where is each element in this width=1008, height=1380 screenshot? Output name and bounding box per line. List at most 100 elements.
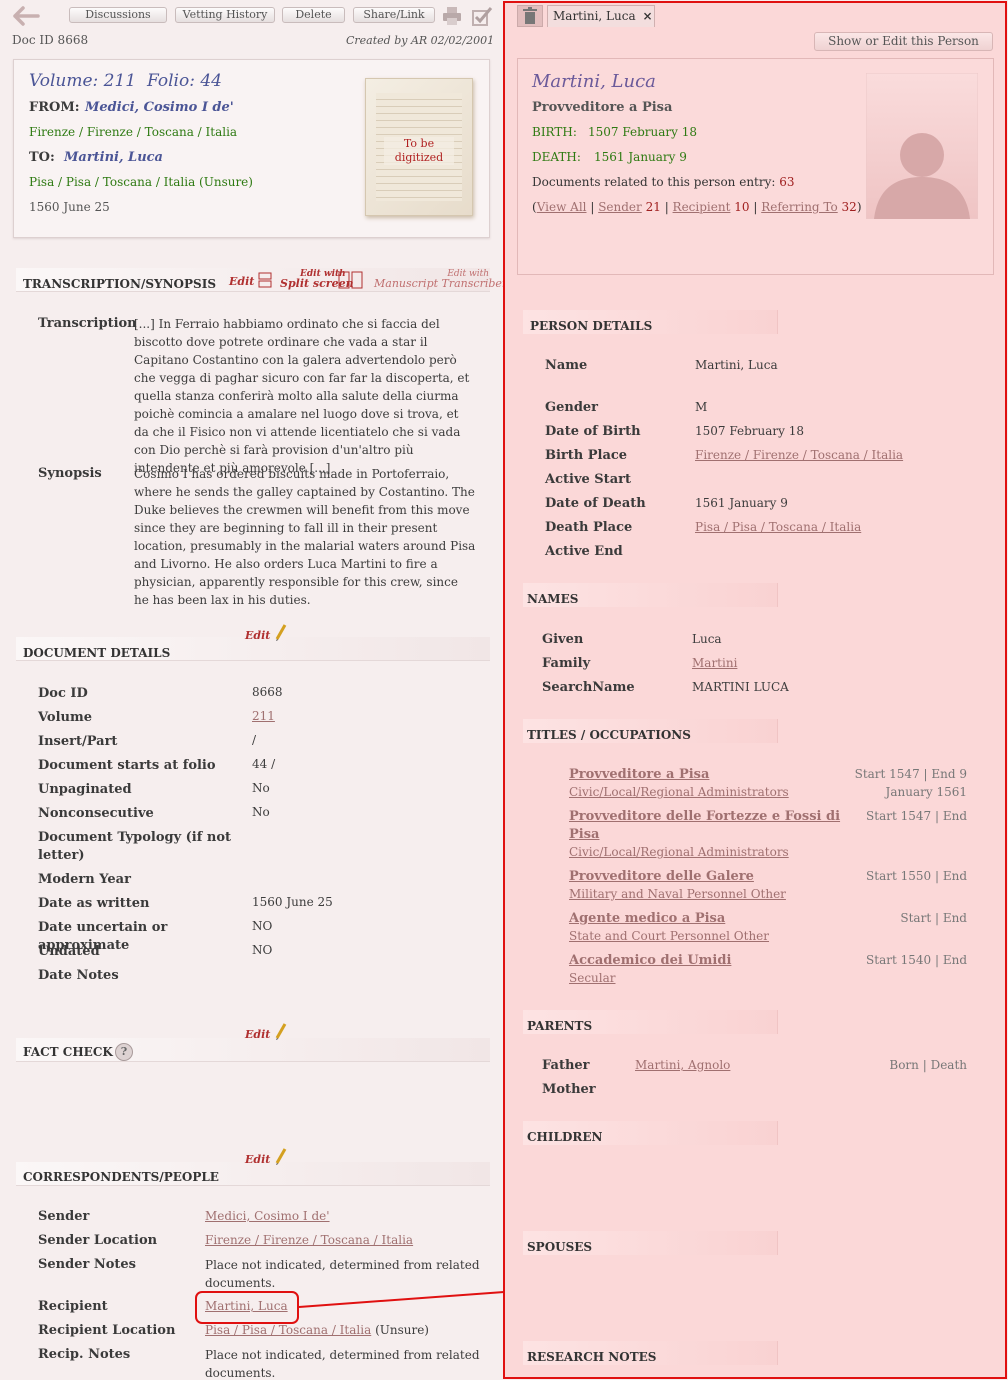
edit-document-details-link[interactable]: Edit (245, 623, 288, 642)
doc-detail-value: NO (252, 919, 273, 933)
manuscript-transcriber-link[interactable]: Edit with Manuscript Transcriber (374, 270, 507, 290)
to-label: TO: (29, 150, 55, 165)
person-detail-label: Date of Birth (545, 424, 641, 439)
mother-label: Mother (542, 1082, 596, 1097)
recipient-docs-link[interactable]: Recipient (673, 200, 731, 214)
title-link[interactable]: Accademico dei Umidi (569, 953, 731, 968)
edit-label: Edit (245, 629, 271, 642)
title-dates: Start 1550 | End (866, 869, 967, 883)
recip-notes-text: Place not indicated, determined from rel… (205, 1348, 480, 1380)
to-place[interactable]: Pisa / Pisa / Toscana / Italia (Unsure) (29, 175, 253, 189)
father-link[interactable]: Martini, Agnolo (635, 1058, 730, 1072)
person-detail-label: Date of Death (545, 496, 646, 511)
edit-correspondents-link[interactable]: Edit (245, 1147, 288, 1166)
title-category-link[interactable]: Military and Naval Personnel Other (569, 887, 786, 901)
pencil-icon (275, 1023, 287, 1040)
person-detail-label: Active Start (545, 472, 631, 487)
person-portrait-icon[interactable] (866, 73, 978, 219)
referring-to-count: 32 (841, 200, 857, 214)
show-edit-person-button[interactable]: Show or Edit this Person (814, 32, 993, 51)
death-label: DEATH: (532, 150, 581, 164)
transcription-label: Transcription (38, 316, 137, 331)
doc-detail-label: Document Typology (if not letter) (38, 830, 231, 863)
person-detail-value: Martini, Luca (695, 358, 778, 372)
synopsis-text: Cosimo I has ordered biscuits made in Po… (134, 467, 476, 607)
sender-link[interactable]: Medici, Cosimo I de' (205, 1209, 330, 1223)
title-link[interactable]: Agente medico a Pisa (569, 911, 725, 926)
share-link-button[interactable]: Share/Link (353, 7, 435, 23)
titles-header: TITLES / OCCUPATIONS (527, 728, 691, 742)
discussions-button[interactable]: Discussions (69, 7, 167, 23)
recipient-location-link[interactable]: Pisa / Pisa / Toscana / Italia (205, 1323, 371, 1337)
spouses-header: SPOUSES (527, 1240, 593, 1254)
pencil-icon (275, 624, 287, 641)
birth-date: 1507 February 18 (588, 125, 698, 139)
title-category-link[interactable]: Civic/Local/Regional Administrators (569, 845, 789, 859)
title-dates: Start 1547 | End 9 (854, 767, 967, 781)
created-by-label: Created by AR 02/02/2001 (346, 34, 495, 47)
title-link[interactable]: Provveditore a Pisa (569, 767, 709, 782)
sender-docs-link[interactable]: Sender (598, 200, 642, 214)
title-category-link[interactable]: Secular (569, 971, 616, 985)
edit-transcription-link[interactable]: Edit (229, 272, 272, 288)
birth-label: BIRTH: (532, 125, 577, 139)
edit-fact-check-link[interactable]: Edit (245, 1022, 288, 1041)
title-dates: Start 1540 | End (866, 953, 967, 967)
to-name-link[interactable]: Martini, Luca (64, 150, 163, 165)
death-date: 1561 January 9 (594, 150, 687, 164)
close-tab-icon[interactable]: × (642, 9, 652, 23)
title-link[interactable]: Provveditore delle Galere (569, 869, 754, 884)
person-detail-label: Active End (545, 544, 623, 559)
title-category-link[interactable]: State and Court Personnel Other (569, 929, 769, 943)
print-icon[interactable] (442, 6, 462, 26)
doc-detail-label: Doc ID (38, 686, 88, 701)
sender-notes-text: Place not indicated, determined from rel… (205, 1258, 480, 1290)
folio-label: Folio: 44 (147, 71, 222, 91)
recipient-location-unsure: (Unsure) (375, 1323, 429, 1337)
recipient-link[interactable]: Martini, Luca (205, 1299, 288, 1313)
sender-location-link[interactable]: Firenze / Firenze / Toscana / Italia (205, 1233, 413, 1247)
name-label: Given (542, 632, 584, 647)
fact-check-header: FACT CHECK (23, 1045, 113, 1059)
from-place[interactable]: Firenze / Firenze / Toscana / Italia (29, 125, 237, 139)
person-tab[interactable]: Martini, Luca × (547, 5, 655, 27)
person-details-header: PERSON DETAILS (530, 319, 653, 333)
back-arrow-icon[interactable] (12, 6, 40, 26)
trash-button[interactable] (517, 5, 543, 27)
person-detail-label: Name (545, 358, 588, 373)
edit-layout-icon (258, 272, 272, 288)
doc-detail-label: Document starts at folio (38, 758, 216, 773)
sender-location-label: Sender Location (38, 1233, 158, 1248)
title-link-cont[interactable]: Pisa (569, 827, 599, 842)
title-link[interactable]: Provveditore delle Fortezze e Fossi di (569, 809, 840, 824)
title-dates-cont: January 1561 (885, 785, 967, 799)
edit-label: Edit (245, 1028, 271, 1041)
person-detail-value[interactable]: Firenze / Firenze / Toscana / Italia (695, 448, 903, 462)
title-category-link[interactable]: Civic/Local/Regional Administrators (569, 785, 789, 799)
from-label: FROM: (29, 100, 80, 115)
person-detail-value: 1561 January 9 (695, 496, 788, 510)
vetting-history-button[interactable]: Vetting History (175, 7, 275, 23)
doc-detail-value[interactable]: 211 (252, 709, 275, 723)
person-detail-label: Birth Place (545, 448, 628, 463)
title-dates: Start 1547 | End (866, 809, 967, 823)
delete-button[interactable]: Delete (282, 7, 345, 23)
person-name: Martini, Luca (532, 71, 656, 92)
docs-related-label: Documents related to this person entry: (532, 175, 776, 189)
name-label: SearchName (542, 680, 635, 695)
doc-detail-label: Unpaginated (38, 782, 132, 797)
person-detail-value[interactable]: Pisa / Pisa / Toscana / Italia (695, 520, 861, 534)
doc-id-label: Doc ID 8668 (12, 33, 89, 47)
doc-detail-value: No (252, 805, 270, 819)
doc-detail-value: / (252, 733, 257, 747)
name-value[interactable]: Martini (692, 656, 737, 670)
fact-check-help-icon[interactable]: ? (115, 1043, 133, 1061)
split-screen-icon[interactable] (338, 271, 364, 289)
from-name-link[interactable]: Medici, Cosimo I de' (85, 100, 234, 115)
title-dates: Start | End (900, 911, 967, 925)
referring-to-link[interactable]: Referring To (761, 200, 838, 214)
view-all-link[interactable]: View All (537, 200, 587, 214)
checkmark-icon[interactable] (471, 5, 493, 27)
doc-detail-value: 1560 June 25 (252, 895, 333, 909)
document-thumbnail[interactable]: To be digitized (365, 78, 473, 216)
